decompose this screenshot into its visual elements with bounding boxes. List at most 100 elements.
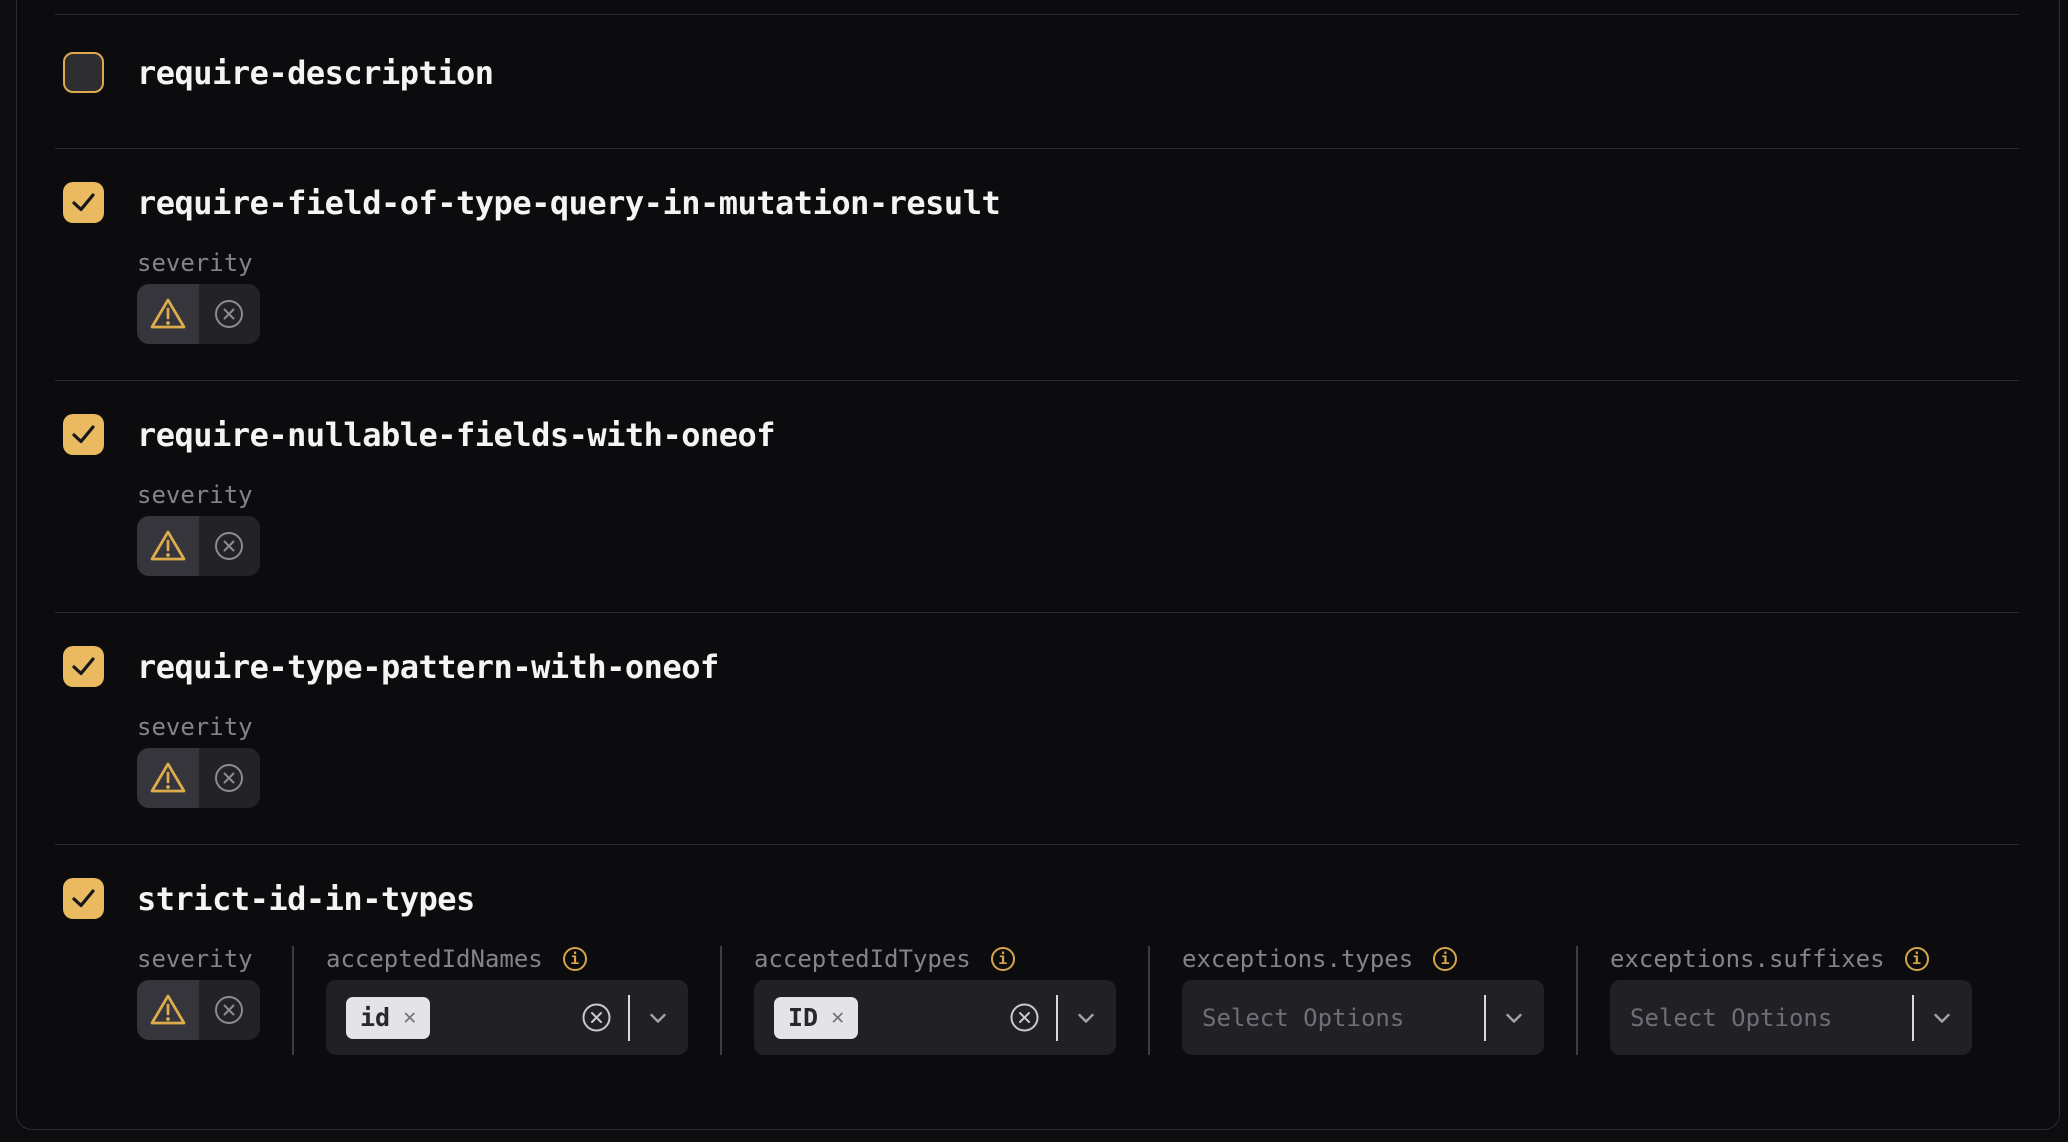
field-group: acceptedIdNames i id✕ bbox=[326, 946, 688, 1055]
group-divider bbox=[292, 946, 294, 1055]
field-label: acceptedIdNames bbox=[326, 946, 543, 972]
severity-group: severity bbox=[137, 946, 260, 1040]
field-group: acceptedIdTypes i ID ✕ bbox=[754, 946, 1116, 1055]
select-separator bbox=[1056, 995, 1058, 1041]
circle-x-icon bbox=[213, 762, 245, 794]
severity-group: severity bbox=[137, 482, 260, 576]
row-spacer bbox=[55, 0, 2019, 14]
group-divider bbox=[1576, 946, 1578, 1055]
severity-warning-button[interactable] bbox=[137, 980, 199, 1040]
rule-row: require-description bbox=[55, 14, 2019, 148]
config-row: severity acceptedIdNames i id✕ acceptedIdTyp… bbox=[137, 946, 2019, 1055]
severity-group: severity bbox=[137, 714, 260, 808]
select-separator bbox=[628, 995, 630, 1041]
dropdown-toggle-button[interactable] bbox=[1074, 1006, 1098, 1030]
lint-rules-card: require-description require-field-of-type… bbox=[16, 0, 2060, 1130]
severity-label: severity bbox=[137, 482, 253, 508]
multiselect-control[interactable]: id✕ bbox=[326, 980, 688, 1055]
rule-checkbox[interactable] bbox=[63, 414, 104, 455]
severity-label-row: severity bbox=[137, 482, 260, 508]
multiselect-control[interactable]: Select Options bbox=[1610, 980, 1972, 1055]
rule-title: strict-id-in-types bbox=[137, 880, 475, 918]
rule-row: require-type-pattern-with-oneof severity bbox=[55, 612, 2019, 844]
severity-label: severity bbox=[137, 946, 253, 972]
info-icon-glyph: i bbox=[570, 952, 579, 967]
clear-all-icon bbox=[1009, 1002, 1040, 1033]
rule-checkbox[interactable] bbox=[63, 52, 104, 93]
group-divider bbox=[720, 946, 722, 1055]
multiselect-control[interactable]: Select Options bbox=[1182, 980, 1544, 1055]
config-row: severity bbox=[137, 714, 2019, 808]
field-label: acceptedIdTypes bbox=[754, 946, 971, 972]
info-icon[interactable]: i bbox=[991, 947, 1015, 971]
selected-tag-chip: id✕ bbox=[346, 997, 430, 1039]
dropdown-toggle-button[interactable] bbox=[1930, 1006, 1954, 1030]
rule-config: severity bbox=[137, 714, 2019, 808]
tag-label: ID bbox=[788, 1005, 818, 1030]
chevron-down-icon bbox=[1074, 1006, 1098, 1030]
clear-all-button[interactable] bbox=[1009, 1002, 1040, 1033]
rule-title: require-description bbox=[137, 54, 494, 92]
rule-title: require-field-of-type-query-in-mutation-… bbox=[137, 184, 1000, 222]
tag-remove-icon[interactable]: ✕ bbox=[831, 1007, 844, 1029]
config-row: severity bbox=[137, 482, 2019, 576]
checkmark-icon bbox=[71, 192, 96, 213]
circle-x-icon bbox=[213, 994, 245, 1026]
severity-warning-button[interactable] bbox=[137, 284, 199, 344]
info-icon-glyph: i bbox=[1441, 952, 1450, 967]
chevron-down-icon bbox=[646, 1006, 670, 1030]
chevron-down-icon bbox=[1930, 1006, 1954, 1030]
severity-ignore-button[interactable] bbox=[199, 748, 261, 808]
rule-header: require-field-of-type-query-in-mutation-… bbox=[63, 182, 2019, 223]
rule-checkbox[interactable] bbox=[63, 646, 104, 687]
group-divider bbox=[1148, 946, 1150, 1055]
severity-ignore-button[interactable] bbox=[199, 516, 261, 576]
severity-warning-button[interactable] bbox=[137, 748, 199, 808]
rule-title: require-type-pattern-with-oneof bbox=[137, 648, 719, 686]
rule-checkbox[interactable] bbox=[63, 878, 104, 919]
circle-x-icon bbox=[213, 298, 245, 330]
info-icon[interactable]: i bbox=[1905, 947, 1929, 971]
dropdown-toggle-button[interactable] bbox=[646, 1006, 670, 1030]
severity-label-row: severity bbox=[137, 250, 260, 276]
field-label-row: exceptions.suffixesi bbox=[1610, 946, 1972, 972]
field-group: exceptions.suffixesi Select Options bbox=[1610, 946, 1972, 1055]
severity-ignore-button[interactable] bbox=[199, 284, 261, 344]
dropdown-toggle-button[interactable] bbox=[1502, 1006, 1526, 1030]
clear-all-icon bbox=[581, 1002, 612, 1033]
config-row: severity bbox=[137, 250, 2019, 344]
warning-triangle-icon bbox=[149, 297, 187, 331]
rule-checkbox[interactable] bbox=[63, 182, 104, 223]
info-icon-glyph: i bbox=[998, 952, 1007, 967]
warning-triangle-icon bbox=[149, 529, 187, 563]
tag-remove-icon[interactable]: ✕ bbox=[403, 1007, 416, 1029]
checkmark-icon bbox=[71, 424, 96, 445]
severity-ignore-button[interactable] bbox=[199, 980, 261, 1040]
rule-config: severity acceptedIdNames i id✕ acceptedIdTyp… bbox=[137, 946, 2019, 1055]
rule-config: severity bbox=[137, 482, 2019, 576]
warning-triangle-icon bbox=[149, 993, 187, 1027]
severity-warning-button[interactable] bbox=[137, 516, 199, 576]
field-label-row: exceptions.typesi bbox=[1182, 946, 1544, 972]
severity-toggle bbox=[137, 980, 260, 1040]
rule-config: severity bbox=[137, 250, 2019, 344]
checkmark-icon bbox=[71, 656, 96, 677]
info-icon-glyph: i bbox=[1912, 952, 1921, 967]
info-icon[interactable]: i bbox=[1433, 947, 1457, 971]
rule-row: strict-id-in-types severity acceptedIdName… bbox=[55, 844, 2019, 1126]
checkmark-icon bbox=[71, 888, 96, 909]
severity-group: severity bbox=[137, 250, 260, 344]
severity-label: severity bbox=[137, 250, 253, 276]
warning-triangle-icon bbox=[149, 761, 187, 795]
clear-all-button[interactable] bbox=[581, 1002, 612, 1033]
field-label-row: acceptedIdNames i bbox=[326, 946, 688, 972]
rule-header: strict-id-in-types bbox=[63, 878, 2019, 919]
rules-list: require-description require-field-of-type… bbox=[17, 0, 2059, 1126]
severity-label-row: severity bbox=[137, 946, 260, 972]
info-icon[interactable]: i bbox=[563, 947, 587, 971]
multiselect-control[interactable]: ID ✕ bbox=[754, 980, 1116, 1055]
rule-row: require-nullable-fields-with-oneofseveri… bbox=[55, 380, 2019, 612]
selected-tag-chip: ID ✕ bbox=[774, 997, 858, 1039]
field-group: exceptions.typesi Select Options bbox=[1182, 946, 1544, 1055]
rule-row: require-field-of-type-query-in-mutation-… bbox=[55, 148, 2019, 380]
